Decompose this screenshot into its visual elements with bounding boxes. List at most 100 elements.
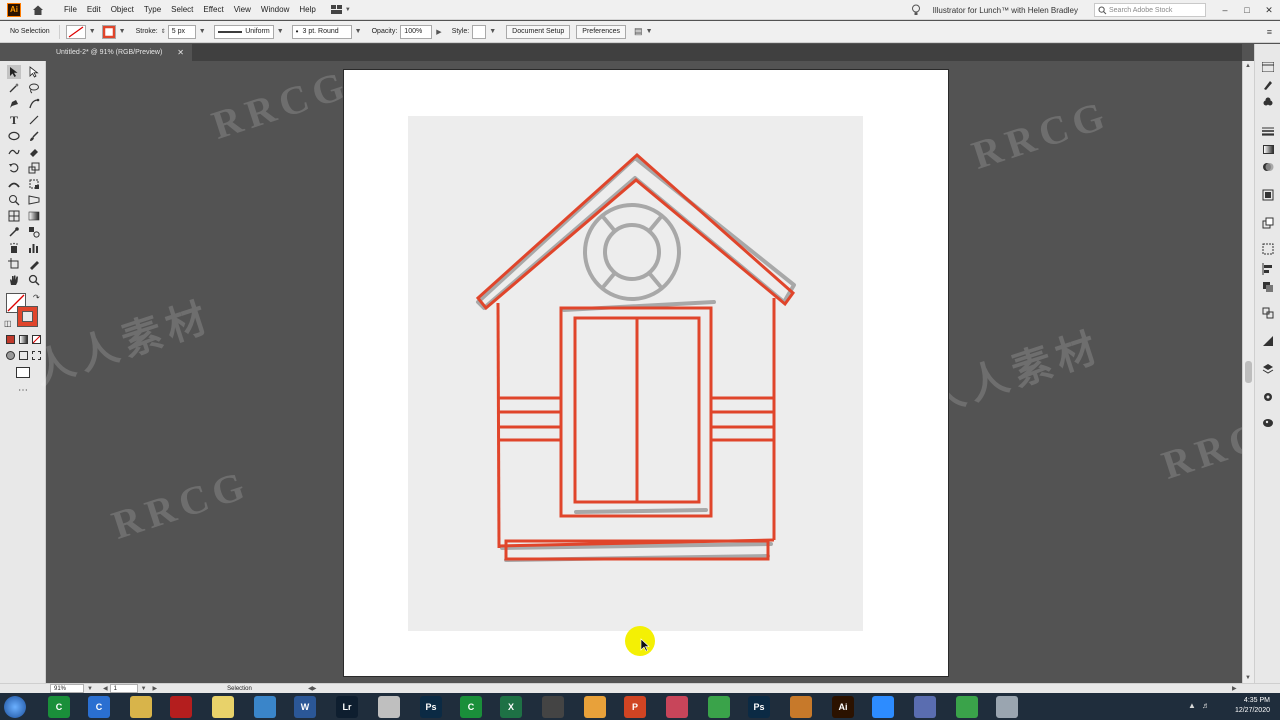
opacity-field[interactable]: 100% <box>400 24 433 39</box>
ellipse-tool-icon[interactable] <box>7 129 21 143</box>
taskbar-app-21[interactable] <box>914 696 936 718</box>
chevron-down-icon[interactable]: ▼ <box>141 686 147 692</box>
stroke-swatch[interactable] <box>101 24 116 39</box>
gradient-panel-icon[interactable] <box>1261 142 1275 156</box>
next-artboard-icon[interactable]: ▶ <box>153 685 158 692</box>
mesh-tool-icon[interactable] <box>7 209 21 223</box>
variable-width-profile[interactable]: Uniform <box>213 24 274 39</box>
transform-panel-icon[interactable] <box>1261 306 1275 320</box>
magic-wand-tool-icon[interactable] <box>7 81 21 95</box>
draw-behind-icon[interactable] <box>19 351 28 360</box>
artboards-panel-icon[interactable] <box>1261 242 1275 256</box>
document-setup-button[interactable]: Document Setup <box>506 24 571 39</box>
symbols-panel-icon[interactable] <box>1261 96 1275 110</box>
clock[interactable]: 4:35 PM 12/27/2020 <box>1235 696 1270 716</box>
scroll-left-icon[interactable]: ◀ <box>308 685 313 692</box>
transparency-panel-icon[interactable] <box>1261 160 1275 174</box>
menu-effect[interactable]: Effect <box>198 0 228 20</box>
taskbar-app-12[interactable] <box>542 696 564 718</box>
draw-normal-icon[interactable] <box>6 351 15 360</box>
paintbrush-tool-icon[interactable] <box>27 129 41 143</box>
stroke-panel-icon[interactable] <box>1261 124 1275 138</box>
perspective-grid-tool-icon[interactable] <box>27 193 41 207</box>
graphic-style-swatch[interactable] <box>472 24 487 39</box>
prev-artboard-icon[interactable]: ◀ <box>103 685 108 692</box>
preferences-button[interactable]: Preferences <box>576 24 627 39</box>
arrange-documents-button[interactable]: ▼ <box>330 4 351 15</box>
properties-panel-icon[interactable] <box>1261 60 1275 74</box>
artboard-number-field[interactable]: 1 <box>109 684 138 693</box>
taskbar-app-14[interactable]: P <box>624 696 646 718</box>
taskbar-app-20[interactable] <box>872 696 894 718</box>
gradient-mode-icon[interactable] <box>19 335 28 344</box>
layers-panel-icon[interactable] <box>1261 362 1275 376</box>
zoom-field[interactable]: 91% <box>50 684 84 693</box>
windows-start-icon[interactable] <box>4 696 26 718</box>
free-transform-tool-icon[interactable] <box>27 177 41 191</box>
line-segment-tool-icon[interactable] <box>27 113 41 127</box>
eraser-tool-icon[interactable] <box>27 145 41 159</box>
direct-selection-tool-icon[interactable] <box>27 65 41 79</box>
taskbar-app-18[interactable] <box>790 696 812 718</box>
taskbar-app-1[interactable]: C <box>88 696 110 718</box>
shape-builder-tool-icon[interactable] <box>7 193 21 207</box>
fill-swatch[interactable] <box>65 24 86 39</box>
menu-help[interactable]: Help <box>294 0 320 20</box>
hand-tool-icon[interactable] <box>7 273 21 287</box>
chevron-down-icon[interactable]: ▼ <box>277 28 284 35</box>
graphic-styles-panel-icon[interactable] <box>1261 216 1275 230</box>
taskbar-app-0[interactable]: C <box>48 696 70 718</box>
opacity-label[interactable]: Opacity: <box>372 28 398 35</box>
align-panel-icon[interactable] <box>1261 262 1275 276</box>
tray-arrow-icon[interactable]: ▲ <box>1188 701 1196 710</box>
close-icon[interactable]: ✕ <box>177 48 184 57</box>
document-tab[interactable]: Untitled-2* @ 91% (RGB/Preview) ✕ <box>50 44 192 61</box>
volume-icon[interactable]: ♬ <box>1202 701 1210 710</box>
menu-object[interactable]: Object <box>106 0 139 20</box>
stroke-label[interactable]: Stroke: <box>136 28 158 35</box>
home-icon[interactable] <box>31 3 45 17</box>
draw-inside-icon[interactable] <box>32 351 41 360</box>
taskbar-app-6[interactable]: W <box>294 696 316 718</box>
screen-mode-icon[interactable] <box>16 367 30 378</box>
panel-menu-icon[interactable]: ≡ <box>1267 27 1272 37</box>
scroll-right-icon[interactable]: ▶ <box>1232 685 1237 692</box>
taskbar-app-22[interactable] <box>956 696 978 718</box>
scroll-up-icon[interactable]: ▲ <box>1245 63 1251 69</box>
stepper-icon[interactable]: ⇕ <box>161 28 166 35</box>
menu-select[interactable]: Select <box>166 0 198 20</box>
chevron-down-icon[interactable]: ▼ <box>89 28 96 35</box>
vertical-scrollbar[interactable]: ▲ ▼ <box>1242 61 1254 683</box>
menu-type[interactable]: Type <box>139 0 166 20</box>
default-colors-icon[interactable]: ◫ <box>4 319 12 328</box>
type-tool-icon[interactable]: T <box>7 113 21 127</box>
taskbar-app-11[interactable]: X <box>500 696 522 718</box>
canvas-area[interactable]: RRCG 人人素材 RRCG RRCG 人人素材 RRCG <box>29 61 1280 683</box>
taskbar-app-16[interactable] <box>708 696 730 718</box>
menu-file[interactable]: File <box>59 0 82 20</box>
menu-edit[interactable]: Edit <box>82 0 106 20</box>
width-tool-icon[interactable] <box>7 177 21 191</box>
curvature-tool-icon[interactable] <box>27 97 41 111</box>
taskbar-app-4[interactable] <box>212 696 234 718</box>
eyedropper-tool-icon[interactable] <box>7 225 21 239</box>
taskbar-app-15[interactable] <box>666 696 688 718</box>
wall-left[interactable] <box>496 302 501 549</box>
taskbar-app-5[interactable] <box>254 696 276 718</box>
chevron-down-icon[interactable]: ▼ <box>646 28 653 35</box>
workspace-title[interactable]: Illustrator for Lunch™ with Helen Bradle… <box>933 6 1078 15</box>
taskbar-app-8[interactable] <box>378 696 400 718</box>
appearance-panel-icon[interactable] <box>1261 188 1275 202</box>
swatches-panel-icon[interactable] <box>1261 416 1275 430</box>
taskbar-app-17[interactable]: Ps <box>748 696 770 718</box>
lasso-tool-icon[interactable] <box>27 81 41 95</box>
lightbulb-icon[interactable] <box>909 3 923 17</box>
taskbar-app-3[interactable] <box>170 696 192 718</box>
chevron-down-icon[interactable]: ▼ <box>355 28 362 35</box>
scroll-down-icon[interactable]: ▼ <box>1245 675 1251 681</box>
selection-tool-icon[interactable] <box>7 65 21 79</box>
taskbar-app-9[interactable]: Ps <box>420 696 442 718</box>
chevron-down-icon[interactable]: ▼ <box>87 686 93 692</box>
stroke-weight-field[interactable]: 5 px <box>167 24 196 39</box>
chevron-down-icon[interactable]: ▼ <box>199 28 206 35</box>
